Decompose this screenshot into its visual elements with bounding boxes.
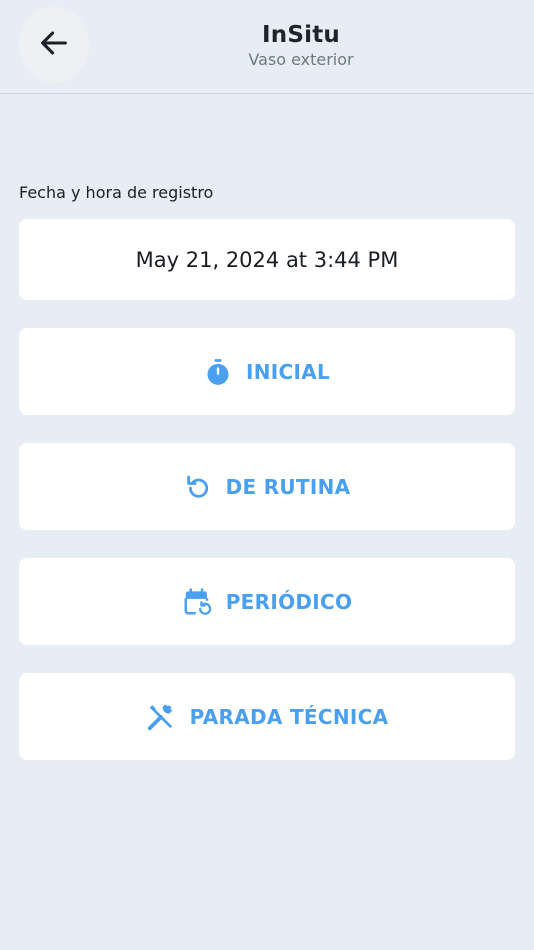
option-de-rutina-button[interactable]: DE RUTINA [19,443,515,530]
option-label: PARADA TÉCNICA [189,704,389,729]
date-time-field[interactable]: May 21, 2024 at 3:44 PM [19,219,515,300]
stopwatch-icon [204,358,232,386]
tools-icon [146,702,176,732]
page-subtitle: Vaso exterior [248,50,354,69]
page-title: InSitu [262,22,340,48]
option-periodico-button[interactable]: PERIÓDICO [19,558,515,645]
option-label: PERIÓDICO [225,589,353,614]
option-parada-tecnica-button[interactable]: PARADA TÉCNICA [19,673,515,760]
calendar-repeat-icon [182,587,212,617]
date-field-label: Fecha y hora de registro [19,183,214,202]
refresh-icon [184,473,212,501]
option-label: INICIAL [245,359,331,384]
date-time-value: May 21, 2024 at 3:44 PM [135,247,399,272]
header-titles: InSitu Vaso exterior [0,20,534,70]
option-inicial-button[interactable]: INICIAL [19,328,515,415]
option-label: DE RUTINA [225,474,351,499]
app-header: InSitu Vaso exterior [0,0,534,94]
